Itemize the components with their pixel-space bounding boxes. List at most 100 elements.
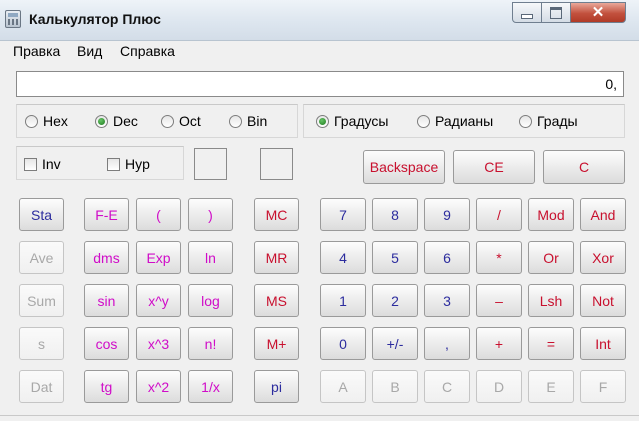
sin-button[interactable]: sin: [84, 284, 129, 317]
radio-label: Oct: [179, 113, 201, 129]
fe-button[interactable]: F-E: [84, 198, 129, 231]
hex-f-button[interactable]: F: [580, 370, 626, 403]
radio-bin[interactable]: Bin: [229, 113, 267, 129]
s-button[interactable]: s: [19, 327, 64, 360]
x-cube-button[interactable]: x^3: [136, 327, 181, 360]
checkbox-indicator: [107, 157, 120, 171]
log-button[interactable]: log: [188, 284, 233, 317]
radio-indicator: [95, 114, 108, 128]
not-button[interactable]: Not: [580, 284, 626, 317]
window-bottom-edge: [0, 415, 639, 416]
subtract-button[interactable]: –: [476, 284, 522, 317]
radio-label: Bin: [247, 113, 268, 129]
equals-button[interactable]: =: [528, 327, 574, 360]
radio-grads[interactable]: Грады: [519, 113, 578, 129]
mc-button[interactable]: MC: [254, 198, 299, 231]
menu-bar: Правка Вид Справка: [0, 41, 639, 62]
minimize-button[interactable]: [512, 2, 542, 23]
hex-d-button[interactable]: D: [476, 370, 522, 403]
hex-b-button[interactable]: B: [372, 370, 418, 403]
radio-indicator: [316, 114, 329, 128]
pi-button[interactable]: pi: [254, 370, 299, 403]
menu-edit[interactable]: Правка: [13, 43, 60, 59]
ln-button[interactable]: ln: [188, 241, 233, 274]
digit-2-button[interactable]: 2: [372, 284, 418, 317]
hex-a-button[interactable]: A: [320, 370, 366, 403]
radio-label: Градусы: [334, 113, 389, 129]
x-pow-y-button[interactable]: x^y: [136, 284, 181, 317]
tg-button[interactable]: tg: [84, 370, 129, 403]
menu-help[interactable]: Справка: [120, 43, 175, 59]
menu-view[interactable]: Вид: [77, 43, 102, 59]
add-button[interactable]: +: [476, 327, 522, 360]
window-title: Калькулятор Плюс: [29, 11, 161, 27]
backspace-button[interactable]: Backspace: [363, 150, 445, 184]
angle-mode-group: Градусы Радианы Грады: [303, 104, 625, 138]
dat-button[interactable]: Dat: [19, 370, 64, 403]
radio-label: Hex: [43, 113, 68, 129]
radio-dec[interactable]: Dec: [95, 113, 138, 129]
checkbox-indicator: [24, 157, 37, 171]
base-mode-group: Hex Dec Oct Bin: [16, 104, 298, 138]
multiply-button[interactable]: *: [476, 241, 522, 274]
radio-oct[interactable]: Oct: [161, 113, 201, 129]
calculator-icon: [5, 10, 21, 28]
exp-button[interactable]: Exp: [136, 241, 181, 274]
digit-6-button[interactable]: 6: [424, 241, 470, 274]
close-button[interactable]: ✕: [570, 2, 626, 23]
display-field: 0,: [16, 71, 624, 97]
maximize-button[interactable]: [541, 2, 571, 23]
ce-button[interactable]: CE: [453, 150, 535, 184]
title-bar[interactable]: Калькулятор Плюс ✕: [0, 0, 639, 41]
hex-c-button[interactable]: C: [424, 370, 470, 403]
int-button[interactable]: Int: [580, 327, 626, 360]
radio-degrees[interactable]: Градусы: [316, 113, 388, 129]
reciprocal-button[interactable]: 1/x: [188, 370, 233, 403]
mr-button[interactable]: MR: [254, 241, 299, 274]
digit-9-button[interactable]: 9: [424, 198, 470, 231]
divide-button[interactable]: /: [476, 198, 522, 231]
close-icon: ✕: [591, 4, 605, 21]
close-paren-button[interactable]: ): [188, 198, 233, 231]
radio-indicator: [161, 114, 174, 128]
radio-indicator: [229, 114, 242, 128]
checkbox-hyp[interactable]: Hyp: [107, 156, 150, 172]
calculator-window: Калькулятор Плюс ✕ Правка Вид Справка 0,…: [0, 0, 639, 421]
mod-button[interactable]: Mod: [528, 198, 574, 231]
clear-button[interactable]: C: [543, 150, 625, 184]
or-button[interactable]: Or: [528, 241, 574, 274]
digit-5-button[interactable]: 5: [372, 241, 418, 274]
radio-hex[interactable]: Hex: [25, 113, 68, 129]
radio-label: Dec: [113, 113, 138, 129]
minimize-icon: [521, 14, 533, 19]
checkbox-label: Inv: [42, 156, 61, 172]
radio-indicator: [519, 114, 532, 128]
checkbox-inv[interactable]: Inv: [24, 156, 61, 172]
dms-button[interactable]: dms: [84, 241, 129, 274]
digit-7-button[interactable]: 7: [320, 198, 366, 231]
open-paren-button[interactable]: (: [136, 198, 181, 231]
sum-button[interactable]: Sum: [19, 284, 64, 317]
ms-button[interactable]: MS: [254, 284, 299, 317]
maximize-icon: [550, 6, 562, 19]
digit-8-button[interactable]: 8: [372, 198, 418, 231]
digit-3-button[interactable]: 3: [424, 284, 470, 317]
negate-button[interactable]: +/-: [372, 327, 418, 360]
lsh-button[interactable]: Lsh: [528, 284, 574, 317]
digit-0-button[interactable]: 0: [320, 327, 366, 360]
and-button[interactable]: And: [580, 198, 626, 231]
x-square-button[interactable]: x^2: [136, 370, 181, 403]
radio-radians[interactable]: Радианы: [417, 113, 493, 129]
xor-button[interactable]: Xor: [580, 241, 626, 274]
decimal-button[interactable]: ,: [424, 327, 470, 360]
m-plus-button[interactable]: M+: [254, 327, 299, 360]
checkbox-label: Hyp: [125, 156, 150, 172]
digit-1-button[interactable]: 1: [320, 284, 366, 317]
cos-button[interactable]: cos: [84, 327, 129, 360]
memory-indicator: [260, 148, 293, 180]
sta-button[interactable]: Sta: [19, 198, 64, 231]
factorial-button[interactable]: n!: [188, 327, 233, 360]
hex-e-button[interactable]: E: [528, 370, 574, 403]
digit-4-button[interactable]: 4: [320, 241, 366, 274]
ave-button[interactable]: Ave: [19, 241, 64, 274]
